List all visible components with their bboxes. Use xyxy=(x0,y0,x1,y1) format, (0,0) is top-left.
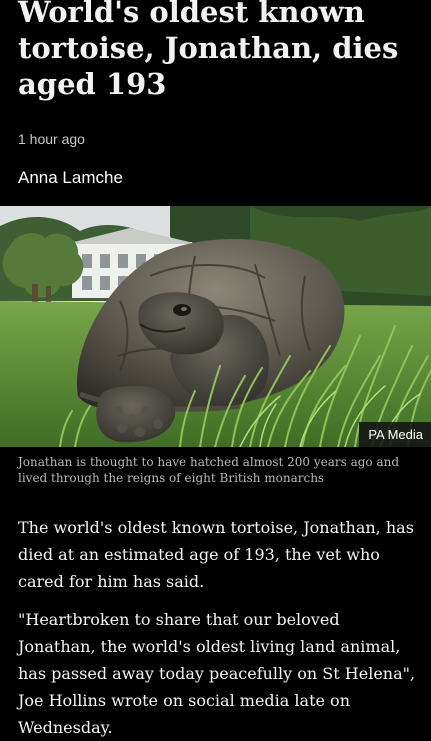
image-caption: Jonathan is thought to have hatched almo… xyxy=(18,455,400,485)
body-paragraph-1: The world's oldest known tortoise, Jonat… xyxy=(18,518,414,591)
tortoise-photo xyxy=(0,206,431,447)
article-byline[interactable]: Anna Lamche xyxy=(18,168,123,188)
article-timestamp: 1 hour ago xyxy=(18,131,85,147)
article-headline: World's oldest known tortoise, Jonathan,… xyxy=(18,0,399,101)
image-credit: PA Media xyxy=(359,422,431,447)
article-hero-image[interactable]: PA Media xyxy=(0,206,431,447)
body-paragraph-2: "Heartbroken to share that our beloved J… xyxy=(18,610,416,737)
